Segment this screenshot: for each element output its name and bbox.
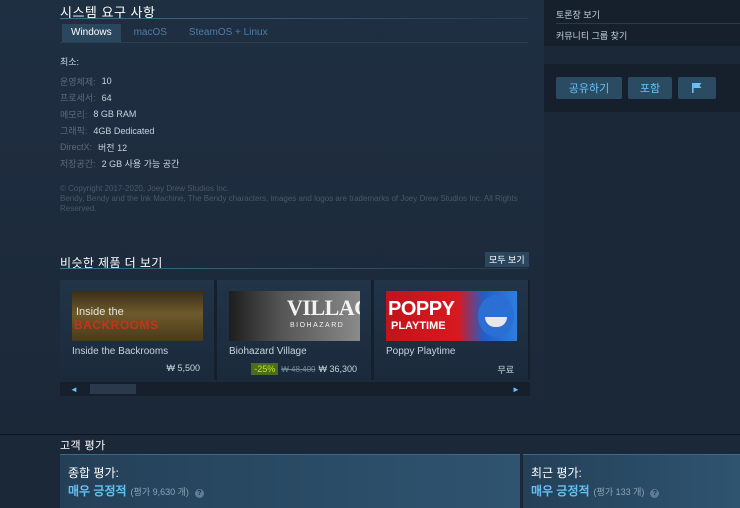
legal-notice: © Copyright 2017-2020, Joey Drew Studios…	[60, 184, 530, 214]
scroll-left-arrow-icon[interactable]: ◄	[60, 382, 88, 396]
see-all-button[interactable]: 모두 보기	[485, 252, 529, 267]
requirement-label: 운영체제:	[60, 76, 96, 87]
carousel-scrollbar[interactable]: ◄ ►	[60, 382, 530, 396]
requirement-row: 저장공간: 2 GB 사용 가능 공간	[60, 156, 179, 173]
embed-button[interactable]: 포함	[628, 77, 672, 99]
sysreq-divider	[60, 18, 528, 19]
tab-steamos-linux[interactable]: SteamOS + Linux	[180, 24, 277, 42]
view-discussions-link[interactable]: 토론장 보기	[556, 8, 600, 21]
recent-review-score: 매우 긍정적 (평가 133 개) ?	[531, 482, 660, 499]
community-links-divider	[556, 23, 740, 24]
capsule-text: PLAYTIME	[391, 320, 446, 332]
game-name: Inside the Backrooms	[72, 346, 169, 357]
game-card-inside-the-backrooms[interactable]: Inside the BACKROOMS Inside the Backroom…	[60, 280, 214, 380]
requirements-minimum-heading: 최소:	[60, 57, 80, 67]
scroll-thumb[interactable]	[90, 384, 136, 394]
recent-reviews-label: 최근 평가:	[531, 466, 582, 480]
help-icon[interactable]: ?	[194, 489, 204, 498]
overall-review-summary[interactable]: 매우 긍정적	[68, 482, 127, 499]
requirement-value: 64	[101, 92, 112, 103]
trademark-line: Bendy, Bendy and the Ink Machine, The Be…	[60, 194, 518, 213]
game-card-biohazard-village[interactable]: VILLAGE BIOHAZARD Biohazard Village -25%…	[217, 280, 371, 380]
price-row: 무료	[497, 363, 514, 376]
overall-reviews-label: 종합 평가:	[68, 466, 119, 480]
right-column: 토론장 보기 커뮤니티 그룹 찾기 공유하기 포함	[544, 0, 740, 436]
requirement-label: 프로세서:	[60, 93, 96, 104]
price-row: ₩ 5,500	[166, 363, 200, 373]
community-links-box: 토론장 보기 커뮤니티 그룹 찾기	[544, 0, 740, 46]
store-page: 시스템 요구 사항 Windows macOS SteamOS + Linux …	[0, 0, 740, 508]
capsule-text: BIOHAZARD	[290, 322, 345, 329]
game-price: ₩ 36,300	[318, 364, 357, 374]
report-button[interactable]	[678, 77, 716, 99]
game-capsule-image: POPPY PLAYTIME	[386, 291, 517, 341]
game-card-poppy-playtime[interactable]: POPPY PLAYTIME Poppy Playtime 무료	[374, 280, 528, 380]
help-icon[interactable]: ?	[650, 489, 660, 498]
requirement-label: 그래픽:	[60, 126, 88, 137]
requirement-value: 2 GB 사용 가능 공간	[101, 159, 180, 170]
main-column: 시스템 요구 사항 Windows macOS SteamOS + Linux …	[0, 0, 544, 436]
share-embed-box: 공유하기 포함	[544, 64, 740, 112]
tab-windows[interactable]: Windows	[62, 24, 121, 42]
game-price: ₩ 5,500	[166, 363, 200, 373]
requirement-label: 저장공간:	[60, 159, 96, 170]
overall-review-count: (평가 9,630 개)	[130, 487, 189, 497]
recent-review-summary[interactable]: 매우 긍정적	[531, 482, 590, 499]
requirement-value: 버전 12	[98, 142, 128, 153]
find-community-groups-link[interactable]: 커뮤니티 그룹 찾기	[556, 29, 627, 42]
similar-games-carousel: Inside the BACKROOMS Inside the Backroom…	[60, 280, 530, 380]
requirement-value: 10	[101, 76, 112, 87]
character-face-art	[478, 295, 514, 337]
requirement-row: 메모리: 8 GB RAM	[60, 106, 179, 123]
game-price: 무료	[497, 365, 514, 375]
tab-macos[interactable]: macOS	[125, 24, 176, 42]
flag-icon	[692, 83, 702, 93]
requirement-row: 운영체제: 10	[60, 73, 179, 90]
reviews-divider	[0, 434, 740, 435]
share-button[interactable]: 공유하기	[556, 77, 622, 99]
requirements-list: 최소: 운영체제: 10 프로세서: 64 메모리: 8 GB RAM 그래픽:…	[60, 55, 179, 172]
capsule-text: VILLAGE	[287, 295, 360, 320]
requirement-label: 메모리:	[60, 109, 88, 120]
game-capsule-image: VILLAGE BIOHAZARD	[229, 291, 360, 341]
reviews-title: 고객 평가	[60, 440, 106, 452]
capsule-text: BACKROOMS	[74, 318, 159, 332]
more-like-this-divider	[60, 268, 528, 269]
copyright-line: © Copyright 2017-2020, Joey Drew Studios…	[60, 184, 230, 193]
recent-review-count: (평가 133 개)	[593, 487, 645, 497]
original-price: ₩ 48,400	[281, 364, 316, 374]
discount-badge: -25%	[251, 363, 279, 375]
requirement-row: 그래픽: 4GB Dedicated	[60, 123, 179, 140]
requirement-value: 4GB Dedicated	[93, 125, 155, 136]
game-capsule-image: Inside the BACKROOMS	[72, 291, 203, 341]
overall-review-score: 매우 긍정적 (평가 9,630 개) ?	[68, 482, 204, 499]
capsule-text: Inside the	[76, 306, 124, 318]
requirement-value: 8 GB RAM	[93, 109, 137, 120]
requirement-row: 프로세서: 64	[60, 90, 179, 107]
game-name: Biohazard Village	[229, 346, 307, 357]
game-name: Poppy Playtime	[386, 346, 456, 357]
os-tabs-divider	[60, 42, 528, 43]
requirement-label: DirectX:	[60, 142, 93, 153]
overall-reviews-box[interactable]: 종합 평가: 매우 긍정적 (평가 9,630 개) ?	[60, 454, 520, 508]
requirement-row: DirectX: 버전 12	[60, 139, 179, 156]
recent-reviews-box[interactable]: 최근 평가: 매우 긍정적 (평가 133 개) ?	[523, 454, 740, 508]
price-row: -25% ₩ 48,400 ₩ 36,300	[251, 363, 357, 375]
os-tabs: Windows macOS SteamOS + Linux	[62, 24, 277, 42]
scroll-right-arrow-icon[interactable]: ►	[502, 382, 530, 396]
capsule-text: POPPY	[388, 298, 455, 320]
